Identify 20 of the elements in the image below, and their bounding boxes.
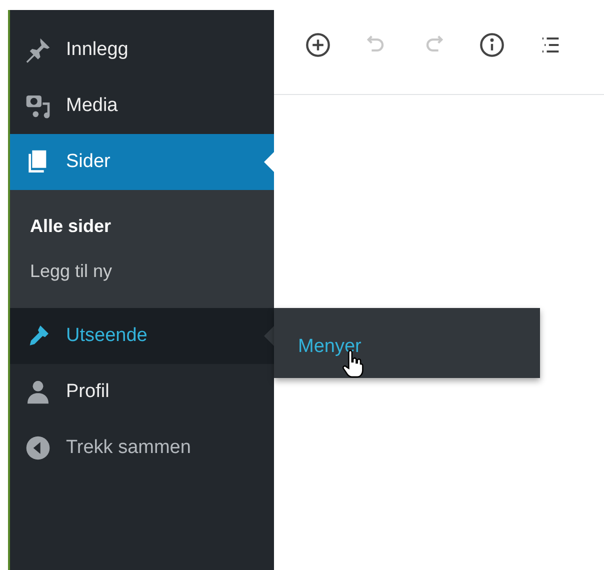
pointer-arrow-icon — [264, 152, 274, 172]
menu-item[interactable]: Utseende — [10, 308, 274, 364]
menu-label: Innlegg — [66, 38, 128, 62]
pin-icon — [24, 36, 52, 64]
menu-item[interactable]: Innlegg — [10, 22, 274, 78]
flyout-item[interactable]: Menyer — [298, 332, 540, 362]
menu-label: Trekk sammen — [66, 436, 191, 460]
menu-item[interactable]: Profil — [10, 364, 274, 420]
menu-item[interactable]: Sider — [10, 134, 274, 190]
menu-label: Profil — [66, 380, 110, 404]
submenu-item[interactable]: Alle sider — [10, 204, 274, 249]
menu-label: Utseende — [66, 324, 148, 348]
menu-item[interactable]: Trekk sammen — [10, 420, 274, 476]
menu-label: Media — [66, 94, 118, 118]
info-icon[interactable] — [479, 32, 505, 58]
submenu-item[interactable]: Legg til ny — [10, 249, 274, 294]
menu-item[interactable]: Media — [10, 78, 274, 134]
menu-label: Sider — [66, 150, 110, 174]
collapse-icon — [24, 434, 52, 462]
add-block-icon[interactable] — [305, 32, 331, 58]
